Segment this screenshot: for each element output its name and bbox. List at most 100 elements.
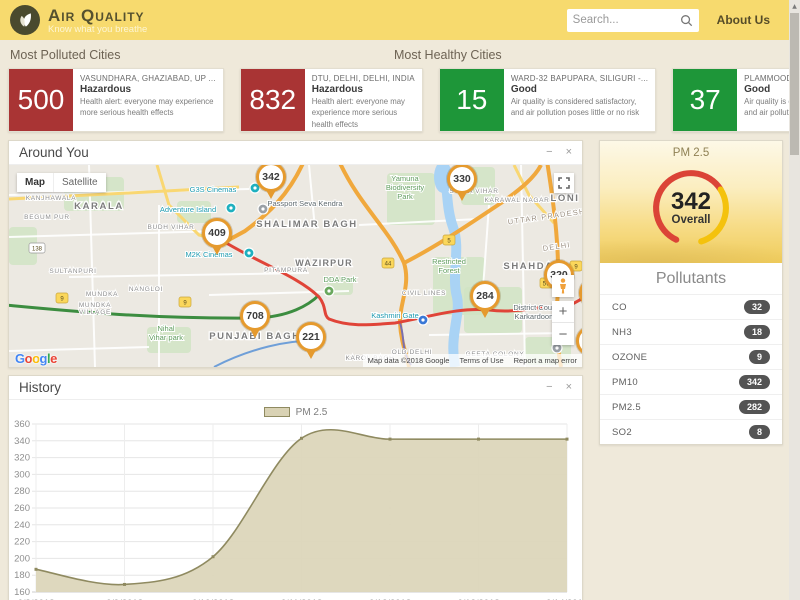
card-description: Health alert: everyone may experience mo… bbox=[312, 96, 415, 130]
map-label: District Court bbox=[513, 303, 557, 312]
map-poi-icon[interactable] bbox=[324, 286, 334, 296]
card-city-name: WARD-32 BAPUPARA, SILIGURI -... bbox=[511, 74, 648, 83]
pollutant-value-badge: 342 bbox=[739, 375, 770, 389]
history-chart: 1601802002202402602803003203403606/8/201… bbox=[9, 420, 582, 600]
svg-text:138: 138 bbox=[32, 247, 43, 253]
zoom-in-button[interactable]: + bbox=[552, 301, 574, 323]
map-label: G3S Cinemas bbox=[190, 185, 237, 194]
map-label: SHALIMAR BAGH bbox=[256, 219, 358, 230]
map-label: NANGLOI bbox=[129, 286, 163, 293]
aqi-map-marker[interactable]: 342 bbox=[256, 165, 286, 199]
city-card[interactable]: 15WARD-32 BAPUPARA, SILIGURI -...GoodAir… bbox=[439, 68, 656, 132]
card-description: Air quality is considered satisfactory, … bbox=[511, 96, 648, 119]
map-label: Forest bbox=[438, 266, 460, 275]
aqi-marker-tail bbox=[266, 190, 276, 199]
most-healthy-heading: Most Healthy Cities bbox=[394, 48, 778, 62]
pollutant-row[interactable]: CO32 bbox=[600, 294, 782, 319]
city-card[interactable]: 832DTU, DELHI, DELHI, INDIAHazardousHeal… bbox=[240, 68, 423, 132]
map-poi-icon[interactable] bbox=[418, 315, 428, 325]
page-scrollbar[interactable]: ▲ bbox=[789, 0, 800, 600]
city-card[interactable]: 500VASUNDHARA, GHAZIABAD, UP ...Hazardou… bbox=[8, 68, 224, 132]
terms-of-use-link[interactable]: Terms of Use bbox=[459, 356, 503, 365]
card-status: Hazardous bbox=[312, 84, 415, 95]
legend-label: PM 2.5 bbox=[296, 407, 328, 418]
aqi-marker-tail bbox=[306, 350, 316, 359]
svg-text:180: 180 bbox=[14, 570, 30, 581]
aqi-value-box: 37 bbox=[673, 69, 737, 131]
aqi-map-marker[interactable]: 708 bbox=[240, 301, 270, 338]
map-type-satellite-button[interactable]: Satellite bbox=[54, 173, 106, 192]
close-icon[interactable]: × bbox=[566, 382, 572, 393]
pollutant-value-badge: 9 bbox=[749, 350, 770, 364]
svg-text:240: 240 bbox=[14, 520, 30, 531]
pegman-icon[interactable] bbox=[552, 275, 574, 297]
pollutant-row[interactable]: PM2.5282 bbox=[600, 394, 782, 419]
google-map[interactable]: 13899544579KANJHAWALAKARALABEGUM PURBUDH… bbox=[9, 165, 582, 367]
map-label: MUNDKA bbox=[79, 302, 111, 309]
route-shield: 44 bbox=[382, 258, 394, 268]
aqi-map-marker[interactable]: 23 bbox=[579, 278, 582, 315]
map-label: Park bbox=[397, 192, 413, 201]
around-you-title: Around You bbox=[19, 145, 89, 160]
pollutant-name: PM10 bbox=[612, 377, 638, 388]
search-icon[interactable] bbox=[680, 14, 693, 27]
pollutant-value-badge: 8 bbox=[749, 425, 770, 439]
card-city-name: DTU, DELHI, DELHI, INDIA bbox=[312, 74, 415, 83]
svg-text:340: 340 bbox=[14, 436, 30, 447]
report-map-error-link[interactable]: Report a map error bbox=[514, 356, 577, 365]
minimize-icon[interactable]: − bbox=[546, 382, 552, 393]
aqi-value-label: Overall bbox=[643, 214, 739, 226]
about-us-link[interactable]: About Us bbox=[717, 13, 770, 27]
pollutant-name: NH3 bbox=[612, 327, 632, 338]
search-box bbox=[567, 9, 699, 32]
aqi-map-marker[interactable]: 409 bbox=[202, 218, 232, 255]
aqi-marker-tail bbox=[212, 246, 222, 255]
map-label: DDA Park bbox=[324, 275, 357, 284]
pollutant-row[interactable]: SO2 8 bbox=[600, 419, 782, 444]
svg-text:260: 260 bbox=[14, 503, 30, 514]
app-header: Air Quality Know what you breathe About … bbox=[0, 0, 800, 40]
map-label: UTTAR PRADESH bbox=[507, 207, 582, 227]
aqi-map-marker[interactable]: 284 bbox=[470, 281, 500, 318]
map-data-attribution: Map data ©2018 Google bbox=[368, 356, 450, 365]
card-description: Health alert: everyone may experience mo… bbox=[80, 96, 216, 119]
map-label: Passport Seva Kendra bbox=[267, 199, 343, 208]
card-status: Good bbox=[511, 84, 648, 95]
aqi-marker-value: 330 bbox=[447, 165, 477, 194]
pollutant-row[interactable]: PM10 342 bbox=[600, 369, 782, 394]
svg-text:300: 300 bbox=[14, 469, 30, 480]
scrollbar-up-icon[interactable]: ▲ bbox=[789, 0, 800, 13]
fullscreen-icon[interactable] bbox=[554, 173, 574, 193]
pollutant-name: OZONE bbox=[612, 352, 647, 363]
map-type-map-button[interactable]: Map bbox=[17, 173, 54, 192]
pollutant-row[interactable]: NH3 18 bbox=[600, 319, 782, 344]
aqi-map-marker[interactable]: 40 bbox=[576, 326, 582, 363]
aqi-panel: PM 2.5 342 Overall Pollutants CO32NH318O… bbox=[599, 140, 783, 445]
chart-legend[interactable]: PM 2.5 bbox=[9, 404, 582, 420]
map-label: Yamuna bbox=[391, 174, 419, 183]
map-label: LONI bbox=[550, 193, 579, 204]
pollutants-heading: Pollutants bbox=[600, 263, 782, 294]
aqi-value-box: 500 bbox=[9, 69, 73, 131]
map-label: Restricted bbox=[432, 257, 466, 266]
scrollbar-thumb[interactable] bbox=[790, 13, 799, 155]
map-poi-icon[interactable] bbox=[244, 248, 254, 258]
aqi-map-marker[interactable]: 330 bbox=[447, 165, 477, 201]
map-label: WAZIRPUR bbox=[295, 258, 353, 268]
search-input[interactable] bbox=[573, 14, 680, 26]
zoom-out-button[interactable]: − bbox=[552, 323, 574, 345]
google-logo[interactable]: Google bbox=[15, 351, 57, 366]
pollutant-value-badge: 18 bbox=[744, 325, 770, 339]
minimize-icon[interactable]: − bbox=[546, 147, 552, 158]
pollutant-row[interactable]: OZONE 9 bbox=[600, 344, 782, 369]
city-card[interactable]: 37PLAMMOODU, THIRUVANANTH...GoodAir qual… bbox=[672, 68, 800, 132]
aqi-map-marker[interactable]: 221 bbox=[296, 322, 326, 359]
close-icon[interactable]: × bbox=[566, 147, 572, 158]
pollutant-name: SO2 bbox=[612, 427, 632, 438]
aqi-marker-value: 409 bbox=[202, 218, 232, 248]
map-label: SULTANPURI bbox=[49, 268, 96, 275]
route-shield: 138 bbox=[29, 243, 45, 253]
map-poi-icon[interactable] bbox=[226, 203, 236, 213]
history-panel: History − × PM 2.5 160180200220240260280… bbox=[8, 375, 583, 600]
around-you-panel: Around You − × 13899544579KANJHAWALAKARA… bbox=[8, 140, 583, 368]
